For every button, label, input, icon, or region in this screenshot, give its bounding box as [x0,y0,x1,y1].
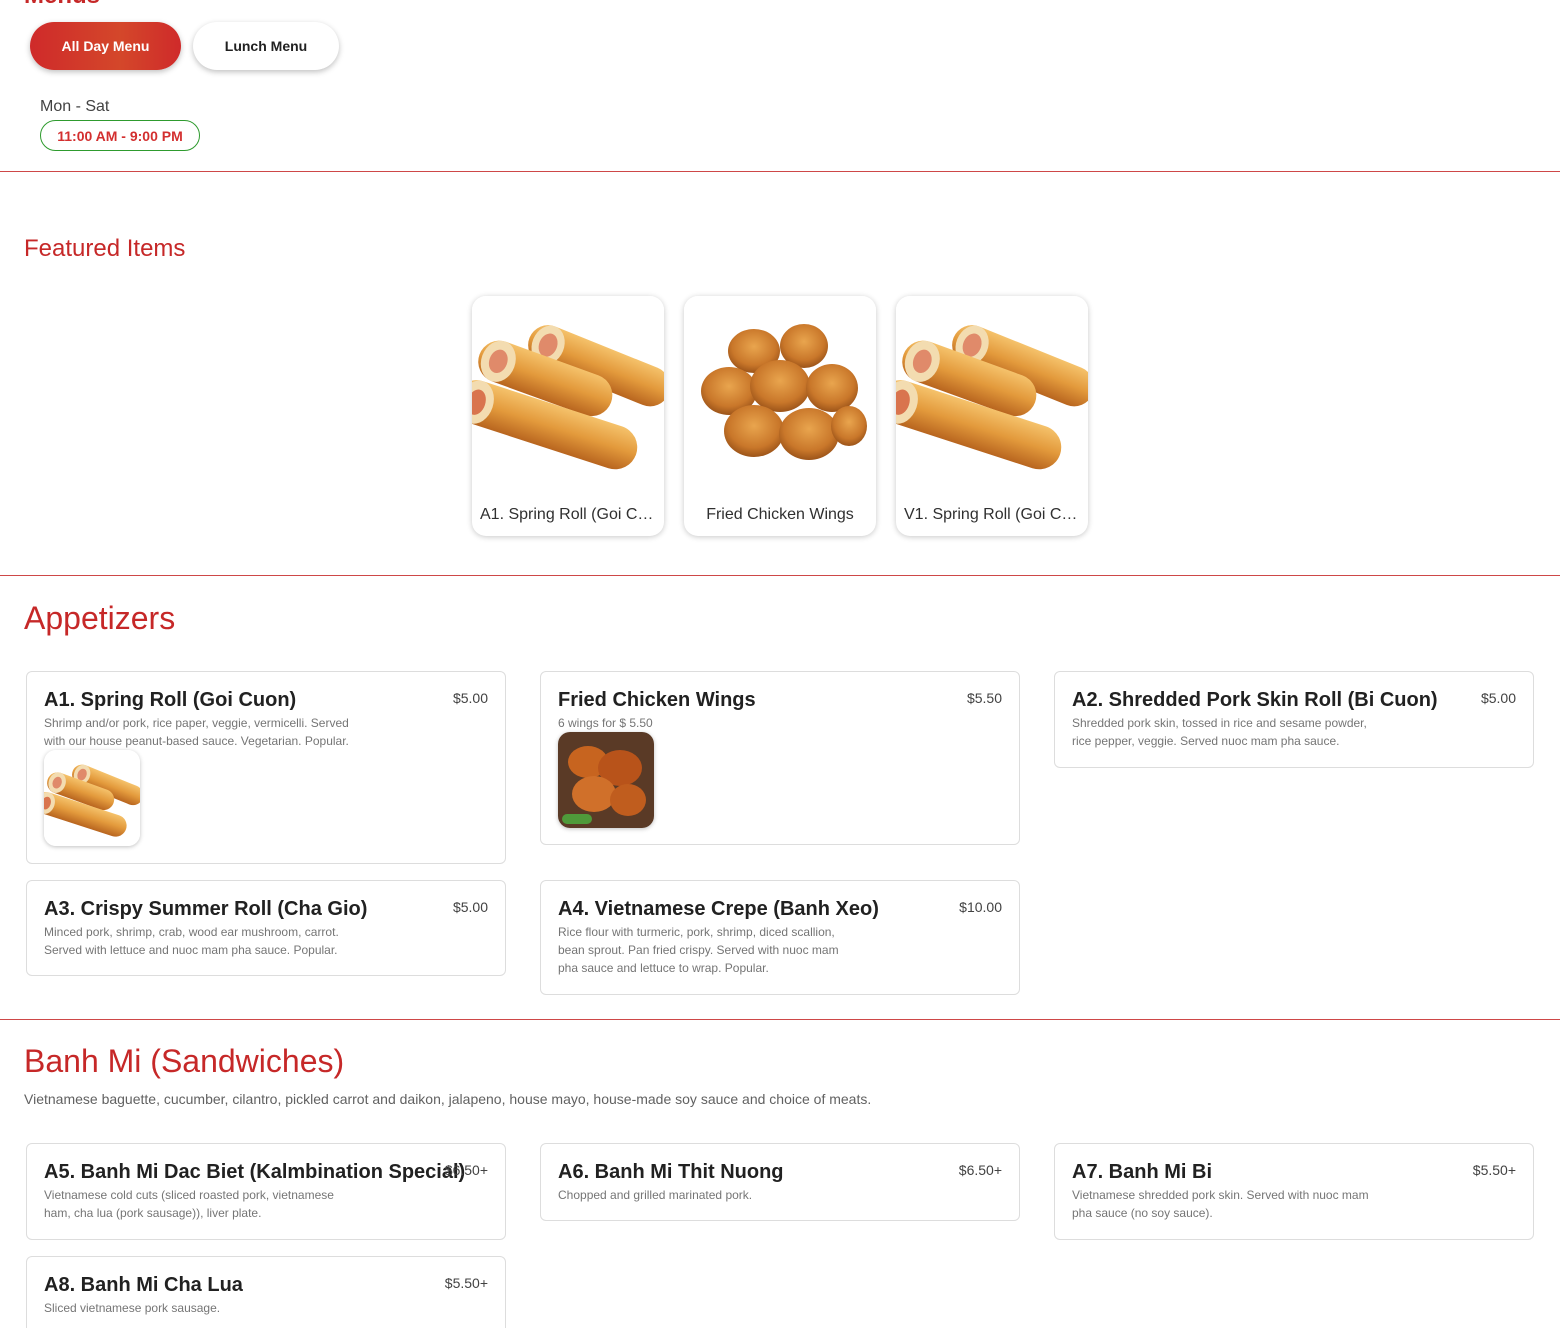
menu-item-a1-spring-roll[interactable]: A1. Spring Roll (Goi Cuon) $5.00 Shrimp … [26,671,506,864]
tab-all-day-menu[interactable]: All Day Menu [30,22,181,70]
menu-item-a3-crispy-summer-roll[interactable]: A3. Crispy Summer Roll (Cha Gio) $5.00 M… [26,880,506,976]
item-thumbnail[interactable] [44,750,140,846]
item-description: Minced pork, shrimp, crab, wood ear mush… [44,925,339,957]
item-price: $5.50 [966,690,1002,706]
item-price: $10.00 [959,899,1002,915]
item-description: Sliced vietnamese pork sausage. [44,1301,221,1315]
spring-roll-photo [896,296,1088,488]
menu-item-a7-banh-mi-bi[interactable]: A7. Banh Mi Bi $5.50+ Vietnamese shredde… [1054,1143,1534,1240]
fried-chicken-photo [558,732,654,828]
item-description: Chopped and grilled marinated pork. [558,1188,753,1202]
featured-items-title: Featured Items [24,235,186,262]
item-price: $6.50+ [444,1162,488,1178]
item-name: A3. Crispy Summer Roll (Cha Gio) [44,898,368,920]
menu-item-a8-banh-mi-cha-lua[interactable]: A8. Banh Mi Cha Lua $5.50+ Sliced vietna… [26,1256,506,1328]
item-price: $5.00 [452,899,488,915]
item-thumbnail[interactable] [558,732,654,828]
featured-card-v1-spring-roll[interactable]: V1. Spring Roll (Goi Cuon) [896,296,1088,536]
item-name: A6. Banh Mi Thit Nuong [558,1161,784,1183]
menu-item-a6-banh-mi-thit-nuong[interactable]: A6. Banh Mi Thit Nuong $6.50+ Chopped an… [540,1143,1020,1221]
spring-roll-photo [44,750,140,846]
banh-mi-description: Vietnamese baguette, cucumber, cilantro,… [24,1091,872,1107]
banh-mi-title: Banh Mi (Sandwiches) [24,1043,345,1079]
featured-card-label: Fried Chicken Wings [706,506,854,523]
item-price: $5.00 [1480,690,1516,706]
hours-days: Mon - Sat [40,98,110,115]
section-divider [0,1019,1560,1020]
item-price: $5.50+ [1472,1162,1516,1178]
item-name: A1. Spring Roll (Goi Cuon) [44,689,297,711]
section-divider [0,575,1560,576]
menu-item-a4-vietnamese-crepe[interactable]: A4. Vietnamese Crepe (Banh Xeo) $10.00 R… [540,880,1020,995]
spring-roll-photo [472,296,664,488]
item-name: Fried Chicken Wings [558,689,756,711]
item-name: A2. Shredded Pork Skin Roll (Bi Cuon) [1072,689,1438,711]
fried-chicken-photo [684,296,876,488]
item-description: Shrimp and/or pork, rice paper, veggie, … [44,716,349,748]
menu-tabs: All Day Menu Lunch Menu [30,22,339,70]
item-price: $5.00 [452,690,488,706]
appetizers-title: Appetizers [24,600,176,636]
tab-lunch-menu[interactable]: Lunch Menu [193,22,339,70]
featured-card-label: A1. Spring Roll (Goi Cuon) [480,506,664,523]
section-divider [0,171,1560,172]
item-name: A5. Banh Mi Dac Biet (Kalmbination Speci… [44,1161,466,1183]
featured-items-row: A1. Spring Roll (Goi Cuon) Fried Chicken… [472,296,1088,536]
item-description: Rice flour with turmeric, pork, shrimp, … [558,925,839,975]
featured-card-spring-roll[interactable]: A1. Spring Roll (Goi Cuon) [472,296,664,536]
menu-item-a2-shredded-pork-skin-roll[interactable]: A2. Shredded Pork Skin Roll (Bi Cuon) $5… [1054,671,1534,768]
hours-time-badge: 11:00 AM - 9:00 PM [40,120,200,151]
featured-card-label: V1. Spring Roll (Goi Cuon) [904,506,1088,523]
menu-item-a5-banh-mi-dac-biet[interactable]: A5. Banh Mi Dac Biet (Kalmbination Speci… [26,1143,506,1240]
item-price: $5.50+ [444,1275,488,1291]
item-description: Shredded pork skin, tossed in rice and s… [1072,716,1367,748]
item-description: Vietnamese shredded pork skin. Served wi… [1072,1188,1369,1220]
featured-card-fried-chicken-wings[interactable]: Fried Chicken Wings [684,296,876,536]
item-name: A4. Vietnamese Crepe (Banh Xeo) [558,898,879,920]
item-description: 6 wings for $ 5.50 [558,716,653,730]
menus-title: Menus [24,0,100,10]
item-name: A7. Banh Mi Bi [1072,1161,1213,1183]
menu-item-fried-chicken-wings[interactable]: Fried Chicken Wings $5.50 6 wings for $ … [540,671,1020,845]
item-description: Vietnamese cold cuts (sliced roasted por… [44,1188,334,1220]
item-price: $6.50+ [958,1162,1002,1178]
item-name: A8. Banh Mi Cha Lua [44,1274,243,1296]
